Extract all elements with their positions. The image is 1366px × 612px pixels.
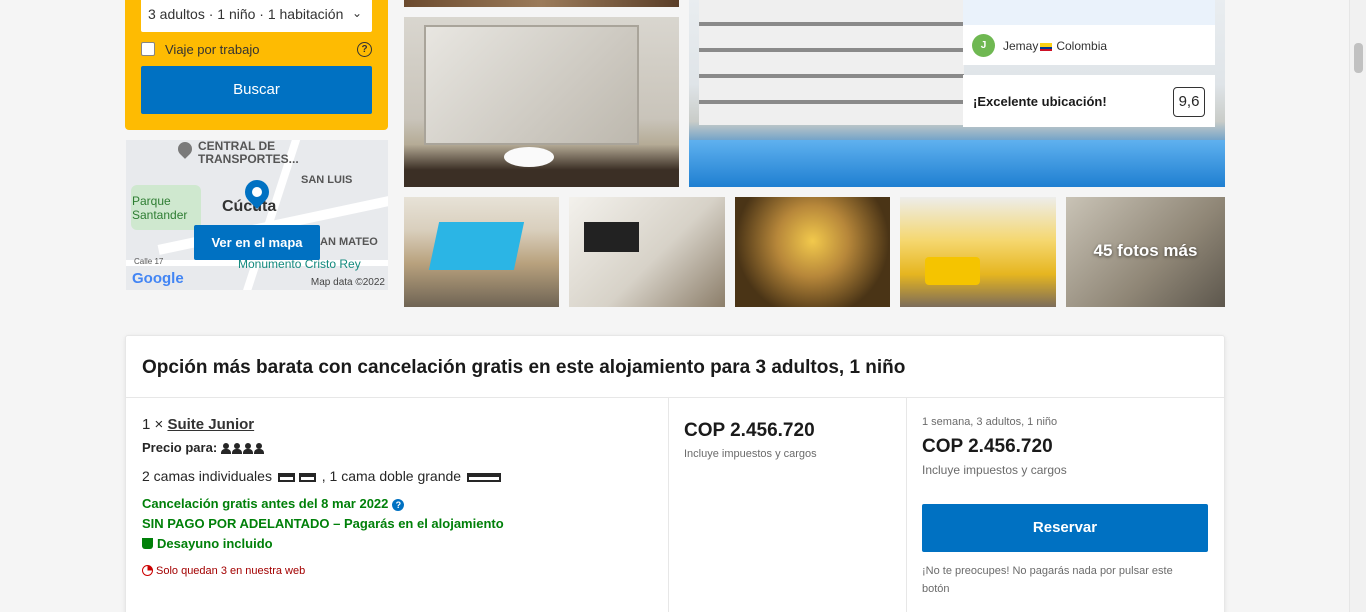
location-score-card[interactable]: ¡Excelente ubicación! 9,6 [963, 75, 1215, 127]
thumbnail-living-room[interactable] [900, 197, 1056, 307]
view-map-button[interactable]: Ver en el mapa [194, 225, 320, 260]
map-label-san-mateo: AN MATEO [320, 236, 378, 248]
photo-bathroom[interactable] [404, 17, 679, 187]
occupancy-selector[interactable]: 3 adultos · 1 niño · 1 habitación ⌄ [141, 0, 372, 32]
thumbnail-restaurant[interactable] [735, 197, 890, 307]
occupancy-value: 3 adultos · 1 niño · 1 habitación [148, 6, 344, 22]
reviewer-name: Jemay [1003, 39, 1039, 53]
score-badge: 9,6 [1173, 87, 1205, 117]
search-panel: 3 adultos · 1 niño · 1 habitación ⌄ Viaj… [125, 0, 388, 130]
beds-line: 2 camas individuales , 1 cama doble gran… [142, 468, 503, 484]
page-scrollbar[interactable] [1349, 0, 1366, 612]
price-note: Incluye impuestos y cargos [684, 448, 817, 460]
thumbnail-room[interactable] [569, 197, 725, 307]
total-price-note: Incluye impuestos y cargos [922, 463, 1067, 477]
reviewer-info: Jemay Colombia [1003, 39, 1107, 53]
map-preview[interactable]: CENTRAL DE TRANSPORTES... SAN LUIS Parqu… [126, 140, 388, 290]
google-logo: Google [132, 270, 184, 287]
room-title-line: 1 × Suite Junior [142, 416, 254, 433]
single-bed-icon [277, 473, 295, 482]
chevron-down-icon: ⌄ [351, 6, 362, 20]
search-button[interactable]: Buscar [141, 66, 372, 114]
column-divider [668, 398, 669, 612]
cheapest-option-card: Opción más barata con cancelación gratis… [125, 335, 1225, 612]
column-divider [906, 398, 907, 612]
price-column: COP 2.456.720 Incluye impuestos y cargos [684, 420, 817, 460]
transit-pin-icon [175, 140, 195, 159]
free-cancellation-line: Cancelación gratis antes del 8 mar 2022? [142, 496, 405, 511]
beds-double: , 1 cama doble grande [321, 468, 462, 484]
more-photos-label: 45 fotos más [1093, 241, 1198, 260]
stay-summary: 1 semana, 3 adultos, 1 niño [922, 416, 1058, 428]
single-bed-icon [298, 473, 316, 482]
scarcity-line: Solo quedan 3 en nuestra web [142, 565, 305, 577]
work-trip-checkbox[interactable] [141, 42, 155, 56]
help-icon[interactable]: ? [392, 499, 405, 511]
reserve-button[interactable]: Reservar [922, 504, 1208, 552]
price-for-line: Precio para: [142, 440, 265, 457]
work-trip-row: Viaje por trabajo ? [141, 41, 372, 59]
room-price: COP 2.456.720 [684, 420, 815, 441]
reviewer-avatar: J [972, 34, 995, 57]
option-heading: Opción más barata con cancelación gratis… [142, 357, 906, 378]
building-facade [699, 0, 964, 125]
scarcity-message: Solo quedan 3 en nuestra web [156, 565, 306, 577]
bathroom-sink [504, 147, 554, 167]
no-prepayment: SIN PAGO POR ADELANTADO – Pagarás en el … [142, 516, 504, 531]
score-label: ¡Excelente ubicación! [973, 94, 1107, 109]
coffee-cup-icon [142, 538, 153, 549]
bathroom-mirror [424, 25, 639, 145]
breakfast-included: Desayuno incluido [157, 536, 273, 551]
reviewer-country: Colombia [1056, 39, 1108, 53]
price-for-label: Precio para: [142, 440, 218, 455]
map-label-calle: Calle 17 [134, 257, 164, 266]
beds-single: 2 camas individuales [142, 468, 272, 484]
work-trip-label[interactable]: Viaje por trabajo [165, 42, 259, 57]
booking-column: 1 semana, 3 adultos, 1 niño COP 2.456.72… [922, 416, 1208, 595]
free-cancellation: Cancelación gratis antes del 8 mar 2022 [142, 496, 389, 511]
help-icon[interactable]: ? [357, 42, 372, 57]
tv-shape [584, 222, 639, 252]
photo-strip[interactable] [404, 0, 679, 7]
pool-shape [428, 222, 525, 270]
option-header: Opción más barata con cancelación gratis… [126, 336, 1224, 398]
map-label-transportes: CENTRAL DE TRANSPORTES... [198, 140, 299, 166]
room-quantity: 1 × [142, 416, 164, 433]
thumbnail-more-photos[interactable]: 45 fotos más [1066, 197, 1225, 307]
map-label-san-luis: SAN LUIS [301, 174, 353, 186]
map-data-attribution: Map data ©2022 [310, 277, 385, 288]
room-name-link[interactable]: Suite Junior [167, 416, 254, 433]
map-label-parque: Parque Santander [132, 194, 188, 222]
review-text-area [963, 0, 1215, 25]
scarcity-pie-icon [142, 565, 153, 576]
scrollbar-thumb[interactable] [1354, 43, 1363, 73]
swimming-pool [689, 140, 1225, 187]
occupancy-people-icon [220, 442, 265, 457]
total-price: COP 2.456.720 [922, 436, 1053, 457]
double-bed-icon [466, 473, 501, 482]
reassurance-note: ¡No te preocupes! No pagarás nada por pu… [922, 565, 1173, 595]
breakfast-line: Desayuno incluido [142, 536, 273, 551]
sofa-shape [925, 257, 980, 285]
colombia-flag-icon [1040, 42, 1053, 51]
thumbnail-pool-aerial[interactable] [404, 197, 559, 307]
guest-review-card[interactable]: J Jemay Colombia [963, 0, 1215, 65]
